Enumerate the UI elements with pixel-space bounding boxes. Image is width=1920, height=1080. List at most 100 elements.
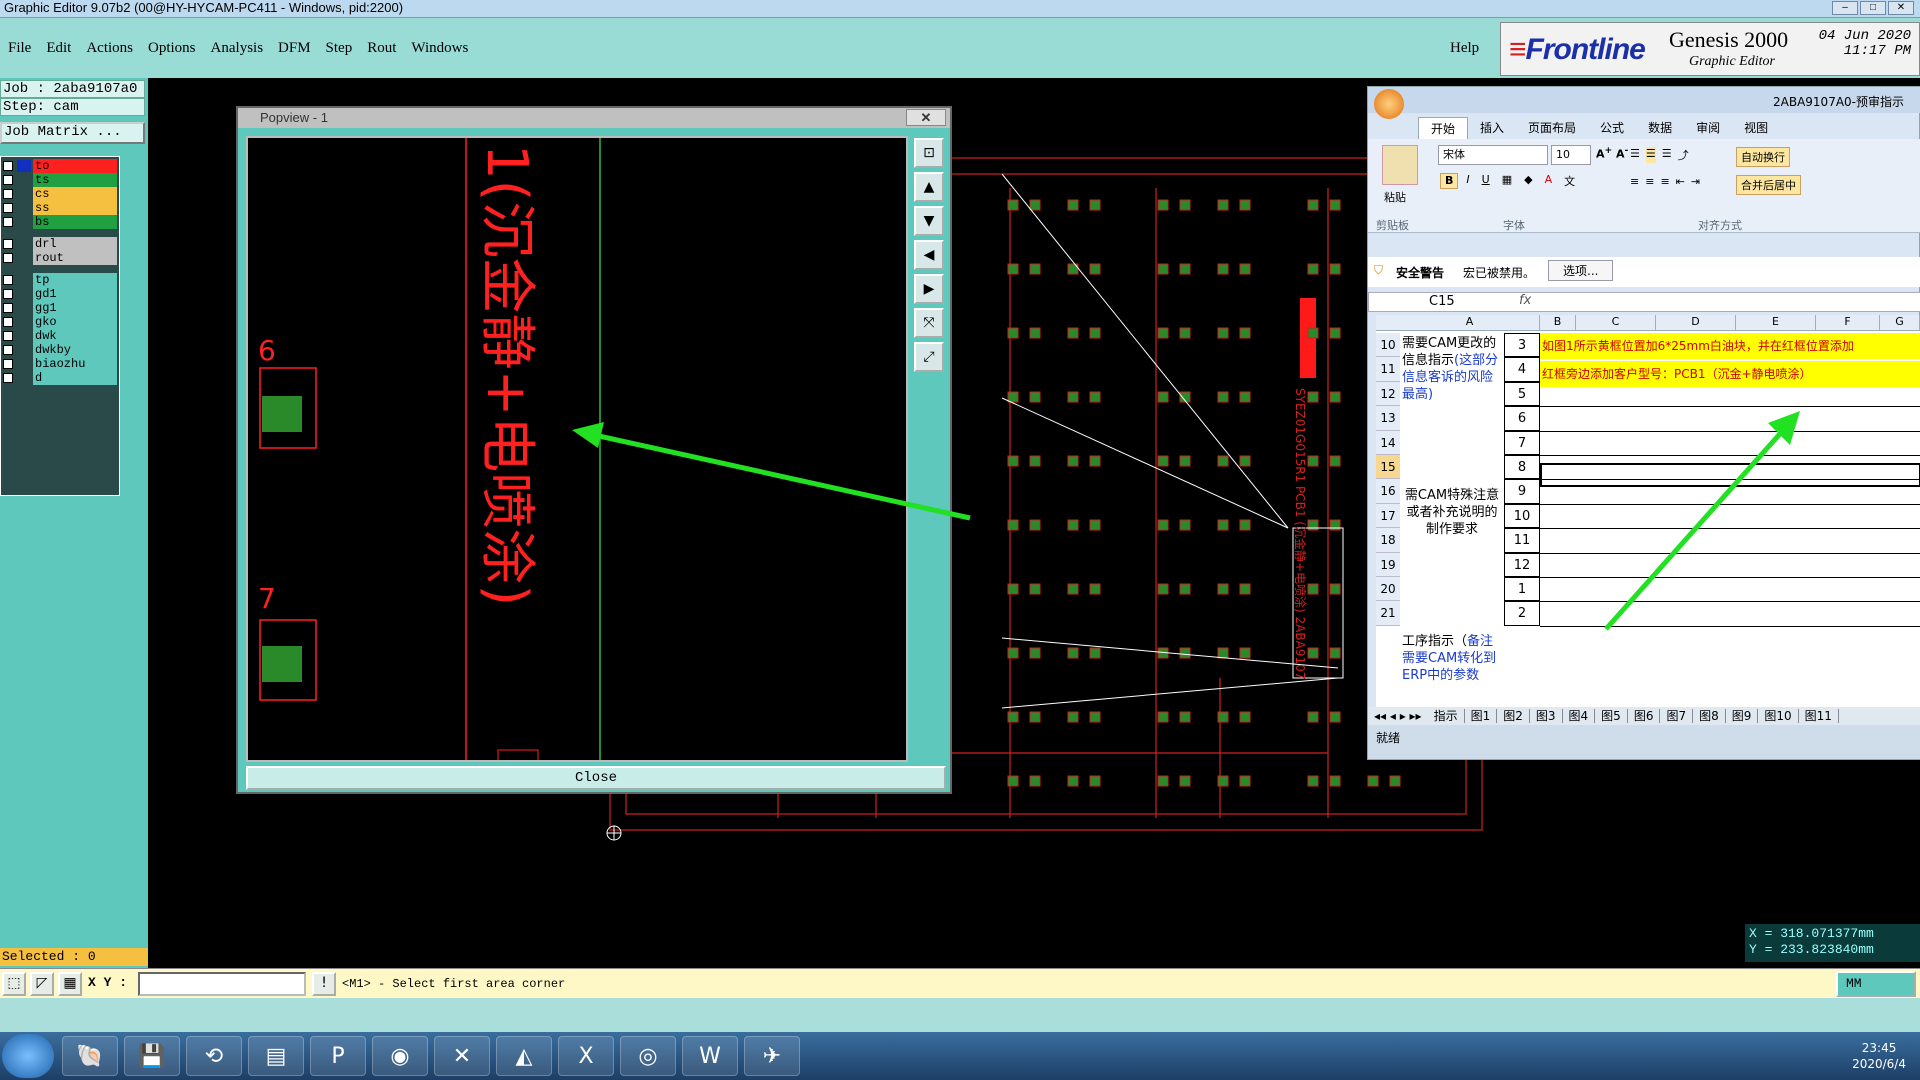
cell-b[interactable]: 4 xyxy=(1504,357,1540,382)
cell-c11[interactable]: 红框旁边添加客户型号：PCB1（沉金+静电喷涂） xyxy=(1540,361,1920,387)
layer-name[interactable]: ts xyxy=(33,173,117,187)
sheet-tab[interactable]: 图7 xyxy=(1660,709,1694,723)
menu-analysis[interactable]: Analysis xyxy=(211,40,264,57)
system-clock[interactable]: 23:45 2020/6/4 xyxy=(1852,1040,1906,1072)
wrap-text-button[interactable]: 自动换行 xyxy=(1736,147,1790,167)
layer-checkbox[interactable] xyxy=(3,161,13,171)
pan-down-icon[interactable]: ▼ xyxy=(914,206,944,236)
orientation-icon[interactable]: ⤴ xyxy=(1678,147,1689,163)
cell-b[interactable]: 3 xyxy=(1504,333,1540,358)
sheet-tab[interactable]: 图11 xyxy=(1798,709,1839,723)
popview-close-x-button[interactable]: ✕ xyxy=(906,109,946,126)
layer-checkbox[interactable] xyxy=(3,253,13,263)
cell-b[interactable]: 12 xyxy=(1504,552,1540,577)
layer-name[interactable]: tp xyxy=(33,273,117,287)
layer-checkbox[interactable] xyxy=(3,203,13,213)
layer-row-gg1[interactable]: gg1 xyxy=(1,301,119,315)
layer-name[interactable]: to xyxy=(33,159,117,173)
cam-app-icon[interactable]: ◎ xyxy=(620,1036,676,1076)
row-header[interactable]: 15 xyxy=(1376,455,1400,480)
layer-checkbox[interactable] xyxy=(3,331,13,341)
paste-icon[interactable] xyxy=(1382,145,1418,185)
menu-help[interactable]: Help xyxy=(1450,40,1479,57)
sheet-tab[interactable]: 图2 xyxy=(1497,709,1530,723)
align-left-icon[interactable]: ≡ xyxy=(1630,175,1639,188)
column-header[interactable]: F xyxy=(1816,315,1880,331)
cell-b[interactable]: 7 xyxy=(1504,430,1540,455)
fill-color-icon[interactable]: ◆ xyxy=(1520,173,1536,189)
layer-row-rout[interactable]: rout xyxy=(1,251,119,265)
row-header[interactable]: 10 xyxy=(1376,333,1400,358)
info-icon[interactable]: ! xyxy=(312,972,336,996)
viewer-app-icon[interactable]: ◉ xyxy=(372,1036,428,1076)
align-bottom-icon[interactable]: ☰ xyxy=(1662,147,1672,163)
xming-app-icon[interactable]: ✕ xyxy=(434,1036,490,1076)
excel-app-icon[interactable]: X xyxy=(558,1036,614,1076)
cell-b[interactable]: 2 xyxy=(1504,601,1540,626)
menu-step[interactable]: Step xyxy=(326,40,353,57)
layer-row-gd1[interactable]: gd1 xyxy=(1,287,119,301)
font-size-select[interactable]: 10 xyxy=(1551,145,1591,165)
zoom-fit-icon[interactable]: ⊡ xyxy=(914,138,944,168)
italic-button[interactable]: I xyxy=(1462,173,1473,189)
cell-b[interactable]: 9 xyxy=(1504,479,1540,504)
minimize-button[interactable]: – xyxy=(1832,1,1858,15)
layer-checkbox[interactable] xyxy=(3,217,13,227)
name-box[interactable]: C15 xyxy=(1429,294,1455,309)
eraser-app-icon[interactable]: ◭ xyxy=(496,1036,552,1076)
column-header[interactable]: B xyxy=(1540,315,1576,331)
font-color-icon[interactable]: A xyxy=(1541,173,1557,189)
menu-options[interactable]: Options xyxy=(148,40,196,57)
start-button[interactable] xyxy=(2,1034,54,1078)
layer-name[interactable]: d xyxy=(33,371,117,385)
close-window-button[interactable]: ✕ xyxy=(1888,1,1914,15)
pan-left-icon[interactable]: ◀ xyxy=(914,240,944,270)
fx-icon[interactable]: fx xyxy=(1519,293,1531,308)
row-header[interactable]: 11 xyxy=(1376,357,1400,382)
pan-up-icon[interactable]: ▲ xyxy=(914,172,944,202)
layer-row-to[interactable]: to xyxy=(1,159,119,173)
menu-actions[interactable]: Actions xyxy=(86,40,133,57)
layer-row-ts[interactable]: ts xyxy=(1,173,119,187)
sheet-tab[interactable]: 图1 xyxy=(1464,709,1498,723)
ribbon-tab[interactable]: 审阅 xyxy=(1684,117,1732,139)
underline-button[interactable]: U xyxy=(1478,173,1494,189)
zoom-out-icon[interactable]: ⤧ xyxy=(914,308,944,338)
sheet-tab[interactable]: 图9 xyxy=(1725,709,1759,723)
sheet-tab[interactable]: 指示 xyxy=(1427,709,1465,723)
row-header[interactable]: 18 xyxy=(1376,528,1400,553)
menu-rout[interactable]: Rout xyxy=(367,40,396,57)
ribbon-tab[interactable]: 插入 xyxy=(1468,117,1516,139)
layer-checkbox[interactable] xyxy=(3,359,13,369)
genesis-app-icon[interactable]: ⟲ xyxy=(186,1036,242,1076)
column-header[interactable]: A xyxy=(1400,315,1540,331)
security-options-button[interactable]: 选项... xyxy=(1548,260,1614,281)
maximize-button[interactable]: □ xyxy=(1860,1,1886,15)
bold-button[interactable]: B xyxy=(1440,173,1459,189)
font-name-select[interactable]: 宋体 xyxy=(1438,145,1548,165)
column-header[interactable]: E xyxy=(1736,315,1816,331)
layer-row-dwk[interactable]: dwk xyxy=(1,329,119,343)
column-header[interactable]: C xyxy=(1576,315,1656,331)
popview-close-button[interactable]: Close xyxy=(246,766,946,790)
xy-input[interactable] xyxy=(138,972,306,996)
ribbon-tab[interactable]: 数据 xyxy=(1636,117,1684,139)
notepad-app-icon[interactable]: ▤ xyxy=(248,1036,304,1076)
row-header[interactable]: 21 xyxy=(1376,601,1400,626)
layer-row-gko[interactable]: gko xyxy=(1,315,119,329)
cell-b[interactable]: 1 xyxy=(1504,577,1540,602)
layer-name[interactable]: rout xyxy=(33,251,117,265)
indent-decrease-icon[interactable]: ⇤ xyxy=(1676,175,1685,188)
layer-row-biaozhu[interactable]: biaozhu xyxy=(1,357,119,371)
row-header[interactable]: 16 xyxy=(1376,479,1400,504)
layer-name[interactable]: dwk xyxy=(33,329,117,343)
layer-name[interactable]: cs xyxy=(33,187,117,201)
cell-b[interactable]: 10 xyxy=(1504,503,1540,529)
layer-name[interactable]: gd1 xyxy=(33,287,117,301)
cell-b[interactable]: 6 xyxy=(1504,406,1540,431)
align-top-icon[interactable]: ☰ xyxy=(1630,147,1640,163)
layer-checkbox[interactable] xyxy=(3,373,13,383)
layer-checkbox[interactable] xyxy=(3,175,13,185)
layer-name[interactable]: drl xyxy=(33,237,117,251)
paste-label[interactable]: 粘贴 xyxy=(1384,189,1406,205)
